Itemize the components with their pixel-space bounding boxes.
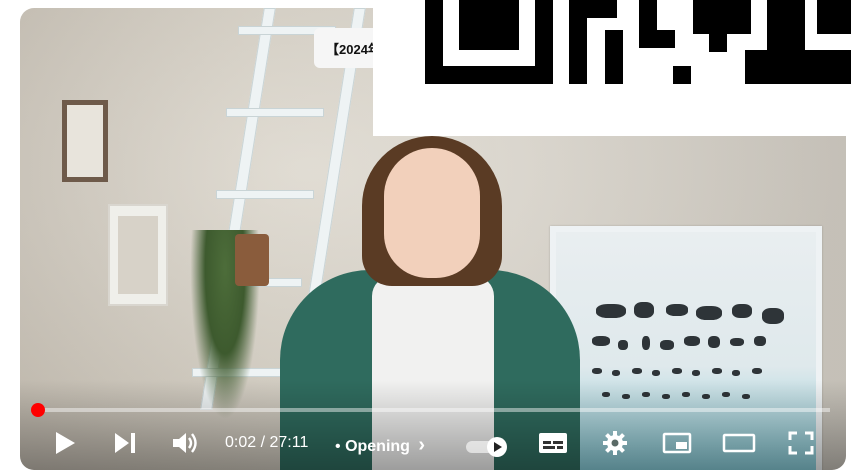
time-separator: / bbox=[260, 434, 266, 451]
captions-icon bbox=[539, 433, 567, 453]
autoplay-toggle[interactable] bbox=[464, 436, 508, 457]
duration: 27:11 bbox=[269, 434, 309, 451]
time-display: 0:02 / 27:11 bbox=[225, 434, 308, 452]
scrubber-handle[interactable] bbox=[30, 403, 45, 417]
play-icon bbox=[56, 432, 75, 454]
current-time: 0:02 bbox=[225, 434, 257, 451]
next-button[interactable] bbox=[110, 426, 140, 460]
chevron-right-icon: › bbox=[418, 434, 426, 456]
progress-bar[interactable] bbox=[30, 403, 830, 417]
miniplayer-button[interactable] bbox=[660, 426, 694, 460]
fullscreen-button[interactable] bbox=[784, 426, 818, 460]
fullscreen-icon bbox=[788, 431, 814, 455]
plant-pot bbox=[235, 234, 269, 286]
wall-frame-letter bbox=[62, 100, 108, 182]
settings-button[interactable] bbox=[598, 426, 632, 460]
theater-mode-button[interactable] bbox=[720, 426, 758, 460]
miniplayer-icon bbox=[662, 432, 692, 454]
presenter-face bbox=[384, 148, 480, 278]
next-icon bbox=[115, 433, 135, 453]
captions-button[interactable] bbox=[536, 426, 570, 460]
wall-frame-art bbox=[108, 204, 168, 306]
volume-button[interactable] bbox=[168, 426, 202, 460]
chapter-title: Opening bbox=[345, 438, 410, 455]
chapter-button[interactable]: • Opening › bbox=[335, 434, 425, 457]
chapter-dot: • bbox=[335, 438, 341, 455]
theater-mode-icon bbox=[722, 433, 756, 453]
gear-icon bbox=[603, 431, 627, 455]
qr-code-overlay bbox=[373, 0, 852, 136]
volume-icon bbox=[173, 433, 197, 453]
autoplay-toggle-icon bbox=[466, 437, 507, 457]
play-button[interactable] bbox=[50, 426, 80, 460]
